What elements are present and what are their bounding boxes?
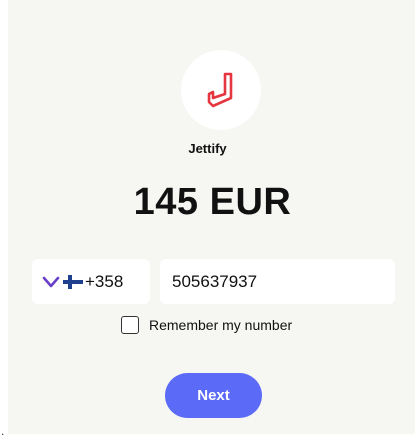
finland-flag-icon — [63, 274, 83, 289]
country-code-selector[interactable]: +358 — [32, 259, 150, 304]
remember-number-checkbox[interactable] — [121, 316, 139, 334]
merchant-name: Jettify — [188, 141, 227, 156]
corner-mark: . — [1, 424, 5, 438]
phone-number-input[interactable] — [160, 259, 395, 304]
next-button[interactable]: Next — [165, 373, 262, 418]
chevron-down-icon — [42, 276, 60, 287]
payment-amount: 145 EUR — [133, 181, 292, 223]
remember-number-label: Remember my number — [149, 317, 293, 333]
merchant-logo — [181, 50, 261, 130]
jettify-logo-icon — [207, 72, 233, 108]
dial-code: +358 — [85, 271, 124, 291]
remember-number-option[interactable]: Remember my number — [121, 316, 292, 334]
